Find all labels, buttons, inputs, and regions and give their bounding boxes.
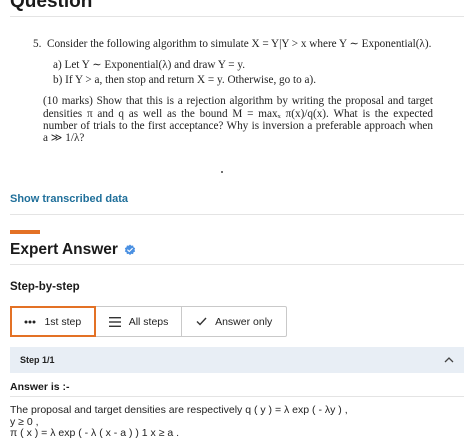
tab-answer-only-label: Answer only: [215, 315, 273, 328]
chevron-up-icon[interactable]: [444, 357, 454, 363]
answer-line: π ( x ) = λ exp ( - λ ( x - a ) ) 1 x ≥ …: [10, 427, 180, 438]
question-step-b: b) If Y > a, then stop and return X = y.…: [53, 73, 317, 86]
tab-first-step[interactable]: 1st step: [10, 306, 96, 337]
answer-line: The proposal and target densities are re…: [10, 404, 348, 416]
divider: [10, 16, 464, 17]
tab-all-steps-label: All steps: [128, 315, 169, 328]
answer-heading: Answer is :-: [10, 381, 70, 393]
stray-dot: [221, 171, 223, 173]
show-transcribed-link[interactable]: Show transcribed data: [10, 193, 128, 205]
tab-first-step-label: 1st step: [44, 315, 82, 328]
divider: [10, 214, 464, 215]
question-stem: Consider the following algorithm to simu…: [47, 38, 432, 50]
tab-answer-only[interactable]: Answer only: [182, 307, 286, 336]
expert-answer-label: Expert Answer: [10, 241, 118, 258]
page-title: Question: [10, 0, 93, 12]
step-by-step-label: Step-by-step: [10, 281, 80, 293]
question-body: 5. Consider the following algorithm to s…: [33, 38, 433, 145]
step-header-label: Step 1/1: [20, 355, 55, 365]
question-stem-row: 5. Consider the following algorithm to s…: [33, 38, 433, 50]
divider: [10, 396, 464, 397]
tab-all-steps[interactable]: All steps: [96, 307, 183, 336]
more-dots-icon: [24, 320, 36, 323]
divider: [10, 264, 464, 265]
expert-answer-title: Expert Answer: [10, 241, 136, 259]
answer-view-tabs: 1st step All steps Answer only: [10, 306, 287, 337]
accent-bar: [10, 230, 40, 234]
question-steps: a) Let Y ∼ Exponential(λ) and draw Y = y…: [53, 59, 433, 86]
checkmark-icon: [196, 317, 207, 326]
answer-body: The proposal and target densities are re…: [10, 404, 450, 438]
step-header[interactable]: Step 1/1: [10, 347, 464, 373]
question-step-a: a) Let Y ∼ Exponential(λ) and draw Y = y…: [53, 59, 246, 72]
question-paragraph: (10 marks) Show that this is a rejection…: [43, 95, 433, 145]
list-lines-icon: [108, 316, 121, 327]
verified-badge-icon: [124, 244, 136, 256]
question-number: 5.: [33, 38, 42, 50]
